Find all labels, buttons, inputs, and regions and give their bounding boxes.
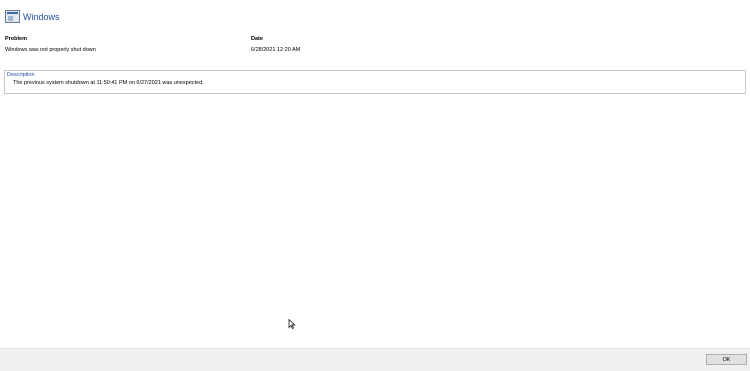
problem-value: Windows was not properly shut down [5,47,96,53]
description-label: Description [7,72,35,78]
description-box: Description The previous system shutdown… [4,70,746,94]
mouse-pointer-icon [288,319,296,329]
app-title: Windows [23,11,60,22]
ok-button[interactable]: OK [706,354,747,365]
problem-details-window: Windows Problem Windows was not properly… [0,0,750,371]
window-header: Windows [5,10,60,23]
window-app-icon [5,10,20,23]
date-value: 6/28/2021 12:20 AM [251,47,301,53]
dialog-footer: OK [0,348,750,371]
problem-label: Problem [5,36,28,42]
description-text: The previous system shutdown at 11:50:41… [13,80,204,86]
date-label: Date [251,36,263,42]
